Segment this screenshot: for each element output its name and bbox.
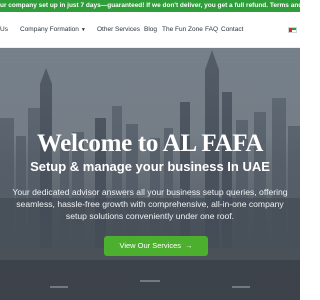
view-services-button-label: View Our Services [119,241,182,250]
hero-overlay [0,48,300,300]
nav-item-other-services[interactable]: Other Services [97,26,140,34]
nav-item-fun-zone[interactable]: The Fun Zone [162,26,203,34]
promo-banner: our company set up in just 7 days—guaran… [0,0,300,12]
nav-item-about-us[interactable]: Us [0,26,8,34]
hero-description: Your dedicated advisor answers all your … [12,187,288,221]
view-services-button[interactable]: View Our Services → [104,236,208,256]
main-navbar: Us Company Formation ▼ Other Services Blo… [0,12,300,48]
flag-stripe [292,32,297,33]
nav-item-faq[interactable]: FAQ [205,26,218,34]
arrow-right-icon: → [185,241,193,250]
nav-item-company-formation[interactable]: Company Formation ▼ [20,26,86,34]
hero-subtitle: Setup & manage your business In UAE [30,159,270,174]
uae-flag-icon[interactable] [288,27,297,33]
promo-banner-text: our company set up in just 7 days—guaran… [0,2,300,9]
hero-title: Welcome to AL FAFA [36,130,264,157]
nav-item-blog[interactable]: Blog [144,26,157,34]
hero-section: Welcome to AL FAFA Setup & manage your b… [0,48,300,300]
nav-item-contact[interactable]: Contact [221,26,243,34]
nav-item-label: Company Formation [20,26,79,33]
chevron-down-icon: ▼ [80,27,86,33]
